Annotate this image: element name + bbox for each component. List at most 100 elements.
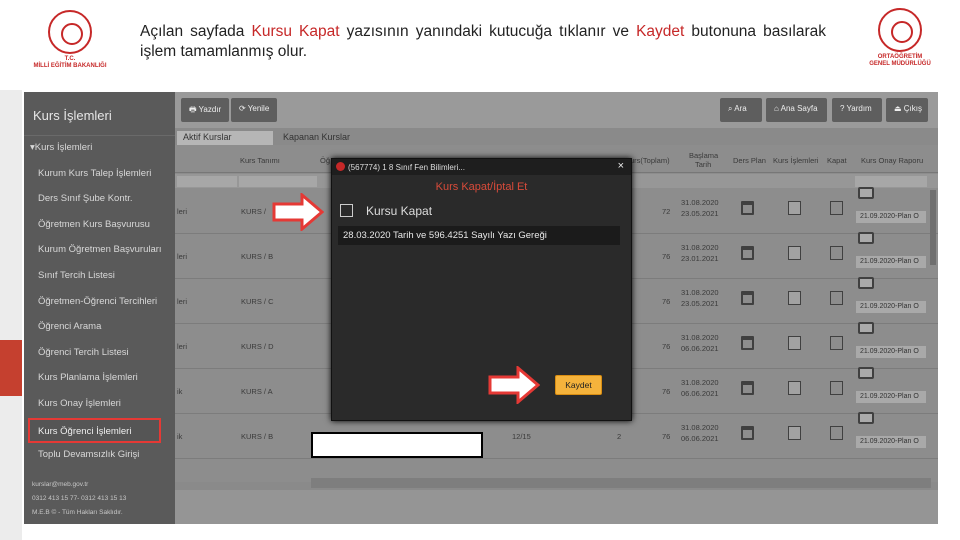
edit-document-icon[interactable]	[788, 426, 801, 440]
slide-left-bar	[0, 90, 22, 540]
cell-hours: 76	[662, 297, 671, 306]
slide-accent	[0, 340, 22, 396]
sidebar-item[interactable]: Öğrenci Tercih Listesi	[24, 341, 175, 367]
approval-report[interactable]: 21.09.2020-Plan O	[856, 211, 926, 223]
close-document-icon[interactable]	[830, 246, 843, 260]
col-hours[interactable]: urs(Toplam)	[630, 156, 670, 165]
close-document-icon[interactable]	[830, 426, 843, 440]
sidebar-item[interactable]: Öğrenci Arama	[24, 315, 175, 341]
meb-logo-line2: MİLLİ EĞİTİM BAKANLIĞI	[33, 63, 107, 69]
cell-end: 23.05.2021	[681, 299, 719, 308]
edit-document-icon[interactable]	[788, 336, 801, 350]
app-icon	[336, 162, 345, 171]
calendar-icon[interactable]	[741, 426, 754, 440]
sidebar-item[interactable]: Kurs Öğrenci İşlemleri	[28, 417, 161, 444]
close-document-icon[interactable]	[830, 381, 843, 395]
search-button[interactable]: ⌕ Ara	[720, 98, 762, 122]
calendar-icon[interactable]	[741, 246, 754, 260]
edit-document-icon[interactable]	[788, 201, 801, 215]
sidebar-item[interactable]: Öğretmen-Öğrenci Tercihleri	[24, 290, 175, 316]
cell-start: 31.08.2020	[681, 378, 719, 387]
dialog-header: (567774) 1 8 Sınıf Fen Bilimleri... ×	[332, 159, 631, 175]
tab-bar: Aktif Kurslar Kapanan Kurslar	[175, 130, 938, 145]
approval-report[interactable]: 21.09.2020-Plan O	[856, 436, 926, 448]
sidebar-item[interactable]: Ders Sınıf Şube Kontr.	[24, 187, 175, 213]
edit-document-icon[interactable]	[788, 381, 801, 395]
tab-closed-courses[interactable]: Kapanan Kurslar	[277, 131, 356, 145]
cell-course: KURS / A	[241, 387, 273, 396]
cell-course: KURS /	[241, 207, 267, 216]
filter-input[interactable]	[855, 176, 927, 187]
sidebar-item[interactable]: Kurum Kurs Talep İşlemleri	[24, 162, 175, 188]
home-button[interactable]: ⌂ Ana Sayfa	[766, 98, 827, 122]
printer-icon[interactable]	[858, 232, 874, 244]
footer-email[interactable]: kurslar@meb.gov.tr	[32, 478, 126, 492]
close-document-icon[interactable]	[830, 336, 843, 350]
edit-document-icon[interactable]	[788, 246, 801, 260]
col-ops[interactable]: Kurs İşlemleri	[773, 156, 818, 165]
close-course-checkbox-row[interactable]: Kursu Kapat	[340, 204, 432, 218]
sidebar-item[interactable]: Kurs Onay İşlemleri	[24, 392, 175, 418]
print-label: Yazdır	[198, 105, 222, 114]
calendar-icon[interactable]	[741, 336, 754, 350]
refresh-button[interactable]: ⟳ Yenile	[231, 98, 278, 122]
col-start-2: Tarih	[695, 160, 712, 169]
calendar-icon[interactable]	[741, 291, 754, 305]
sidebar: Kurs İşlemleri ▾Kurs İşlemleri Kurum Kurs…	[24, 92, 175, 524]
redaction-box	[311, 432, 483, 458]
sidebar-item[interactable]: Toplu Devamsızlık Girişi	[24, 443, 175, 469]
horizontal-scrollbar[interactable]	[311, 478, 931, 488]
edit-document-icon[interactable]	[788, 291, 801, 305]
cell-start: 31.08.2020	[681, 423, 719, 432]
home-label: Ana Sayfa	[780, 104, 818, 113]
close-document-icon[interactable]	[830, 291, 843, 305]
calendar-icon[interactable]	[741, 201, 754, 215]
col-start[interactable]: Başlama	[689, 151, 718, 160]
close-icon[interactable]: ×	[618, 160, 624, 172]
printer-icon[interactable]	[858, 277, 874, 289]
reason-field[interactable]: 28.03.2020 Tarih ve 596.4251 Sayılı Yazı…	[338, 226, 620, 245]
approval-report[interactable]: 21.09.2020-Plan O	[856, 301, 926, 313]
printer-icon[interactable]	[858, 367, 874, 379]
sidebar-item[interactable]: Sınıf Tercih Listesi	[24, 264, 175, 290]
cell-end: 06.06.2021	[681, 344, 719, 353]
vertical-scrollbar[interactable]	[930, 190, 936, 265]
close-document-icon[interactable]	[830, 201, 843, 215]
tab-active-courses[interactable]: Aktif Kurslar	[177, 131, 273, 145]
dialog-title: Kurs Kapat/İptal Et	[435, 181, 528, 193]
sidebar-item[interactable]: Kurum Öğretmen Başvuruları	[24, 238, 175, 264]
exit-button[interactable]: ⏏ Çıkış	[886, 98, 928, 122]
cell-end: 23.05.2021	[681, 209, 719, 218]
filter-input[interactable]	[239, 176, 317, 187]
meb-seal-icon	[48, 10, 92, 54]
printer-icon[interactable]	[858, 187, 874, 199]
cell-name: leri	[177, 342, 188, 351]
printer-icon[interactable]	[858, 322, 874, 334]
filter-input[interactable]	[177, 176, 237, 187]
exit-label: Çıkış	[903, 104, 923, 113]
col-close[interactable]: Kapat	[827, 156, 847, 165]
save-button[interactable]: Kaydet	[555, 375, 602, 395]
cell-start: 31.08.2020	[681, 198, 719, 207]
help-button[interactable]: ? Yardım	[832, 98, 882, 122]
col-course-name[interactable]: Kurs Tanımı	[240, 156, 280, 165]
close-course-checkbox[interactable]	[340, 204, 353, 217]
print-button[interactable]: 🖶 Yazdır	[181, 98, 230, 122]
slide-caption: Açılan sayfada Kursu Kapat yazısının yan…	[140, 22, 826, 62]
col-approval[interactable]: Kurs Onay Raporu	[861, 156, 923, 165]
col-plan[interactable]: Ders Plan	[733, 156, 766, 165]
approval-report[interactable]: 21.09.2020-Plan O	[856, 256, 926, 268]
col-teacher[interactable]: Öğ	[320, 156, 330, 165]
sidebar-item[interactable]: Öğretmen Kurs Başvurusu	[24, 213, 175, 239]
sidebar-item[interactable]: ▾Kurs İşlemleri	[24, 136, 175, 162]
caption-text: Açılan sayfada	[140, 23, 252, 40]
cell-course: KURS / B	[241, 432, 274, 441]
approval-report[interactable]: 21.09.2020-Plan O	[856, 391, 926, 403]
calendar-icon[interactable]	[741, 381, 754, 395]
cell-name: ik	[177, 387, 183, 396]
printer-icon[interactable]	[858, 412, 874, 424]
cell-start: 31.08.2020	[681, 288, 719, 297]
sidebar-item[interactable]: Kurs Planlama İşlemleri	[24, 366, 175, 392]
cell-course: KURS / C	[241, 297, 274, 306]
approval-report[interactable]: 21.09.2020-Plan O	[856, 346, 926, 358]
